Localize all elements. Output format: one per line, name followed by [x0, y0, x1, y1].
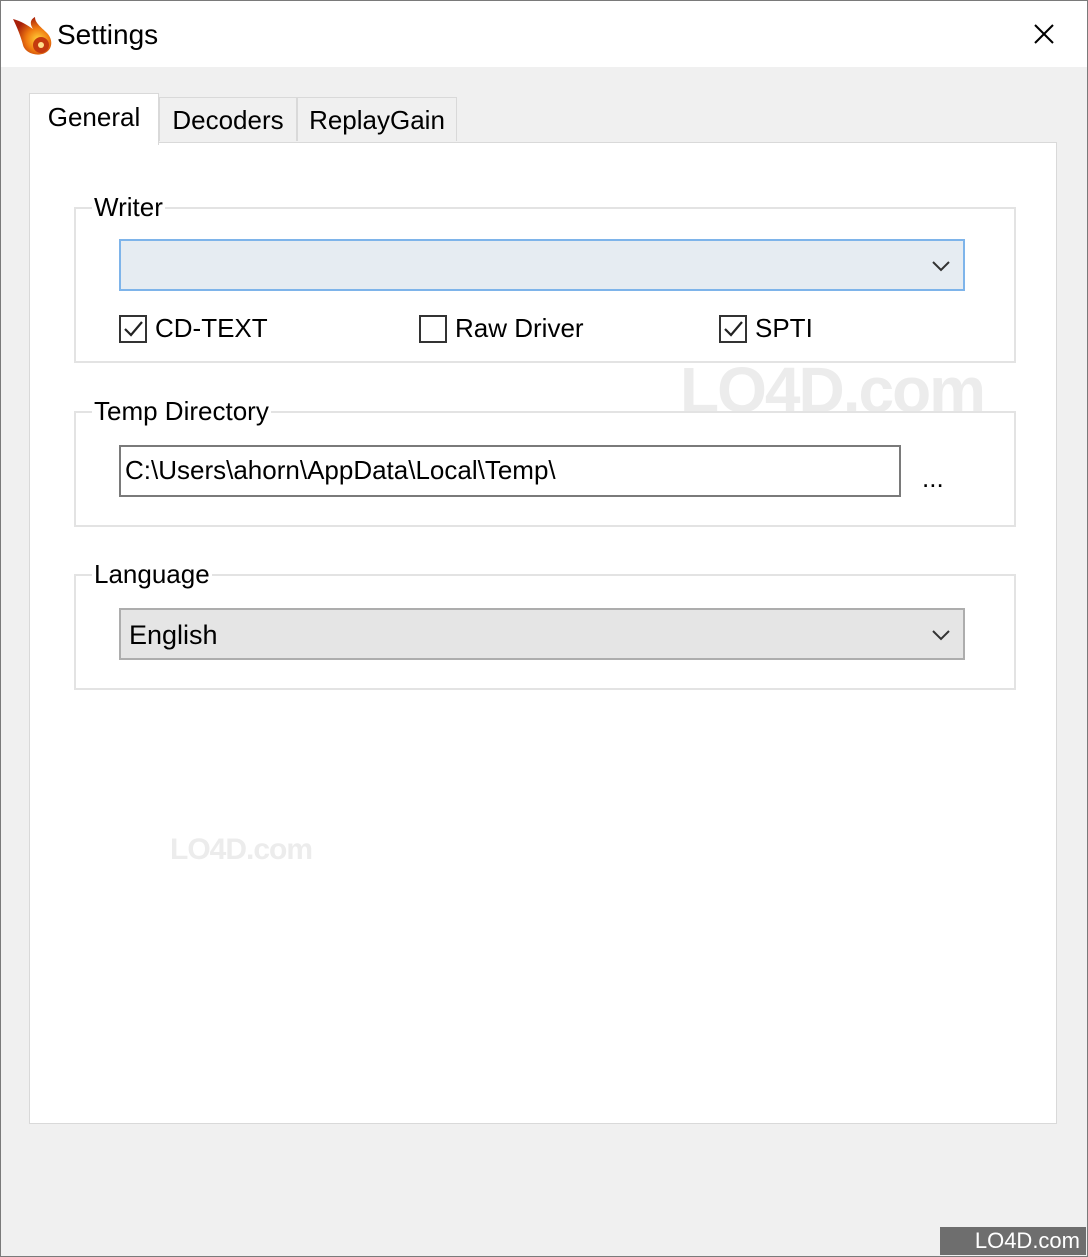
language-dropdown[interactable]: English — [119, 608, 965, 660]
cd-text-checkbox-box[interactable] — [119, 314, 147, 343]
temp-directory-group: Temp Directory C:\Users\ahorn\AppData\Lo… — [74, 395, 1016, 527]
checkmark-icon — [724, 320, 743, 337]
close-icon — [1034, 24, 1054, 44]
title-bar[interactable]: Settings — [1, 1, 1087, 67]
chevron-down-icon — [932, 630, 950, 641]
temp-directory-input[interactable]: C:\Users\ahorn\AppData\Local\Temp\ — [119, 445, 901, 497]
writer-group-label: Writer — [92, 191, 165, 223]
raw-driver-checkbox[interactable]: Raw Driver — [419, 313, 584, 344]
watermark-badge: LO4D.com — [940, 1227, 1086, 1255]
window-title: Settings — [57, 19, 159, 50]
writer-dropdown[interactable] — [119, 239, 965, 291]
settings-window: Settings General Decoders ReplayGain LO4… — [0, 0, 1088, 1257]
watermark-text-small: LO4D.com — [170, 833, 313, 866]
checkmark-icon — [124, 320, 143, 337]
cd-text-label: CD-TEXT — [155, 313, 268, 343]
close-button[interactable] — [1001, 1, 1087, 67]
chevron-down-icon — [932, 261, 950, 272]
writer-group: Writer CD-TEXT Raw Driver SPTI — [74, 191, 1016, 363]
raw-driver-label: Raw Driver — [455, 313, 584, 343]
language-group-label: Language — [92, 558, 212, 590]
spti-checkbox-box[interactable] — [719, 314, 747, 343]
browse-button[interactable]: ... — [922, 463, 944, 493]
spti-checkbox[interactable]: SPTI — [719, 313, 813, 344]
cd-text-checkbox[interactable]: CD-TEXT — [119, 313, 268, 344]
tab-decoders[interactable]: Decoders — [159, 97, 297, 141]
tab-general[interactable]: General — [29, 93, 159, 145]
flame-disc-app-icon — [13, 17, 52, 55]
spti-label: SPTI — [755, 313, 813, 343]
language-group: Language English — [74, 558, 1016, 690]
general-tab-panel: LO4D.com LO4D.com Writer CD-TEXT Raw Dri… — [29, 142, 1057, 1124]
raw-driver-checkbox-box[interactable] — [419, 314, 447, 343]
tab-replaygain[interactable]: ReplayGain — [297, 97, 457, 141]
temp-directory-group-label: Temp Directory — [92, 395, 271, 427]
language-dropdown-value: English — [129, 620, 218, 650]
